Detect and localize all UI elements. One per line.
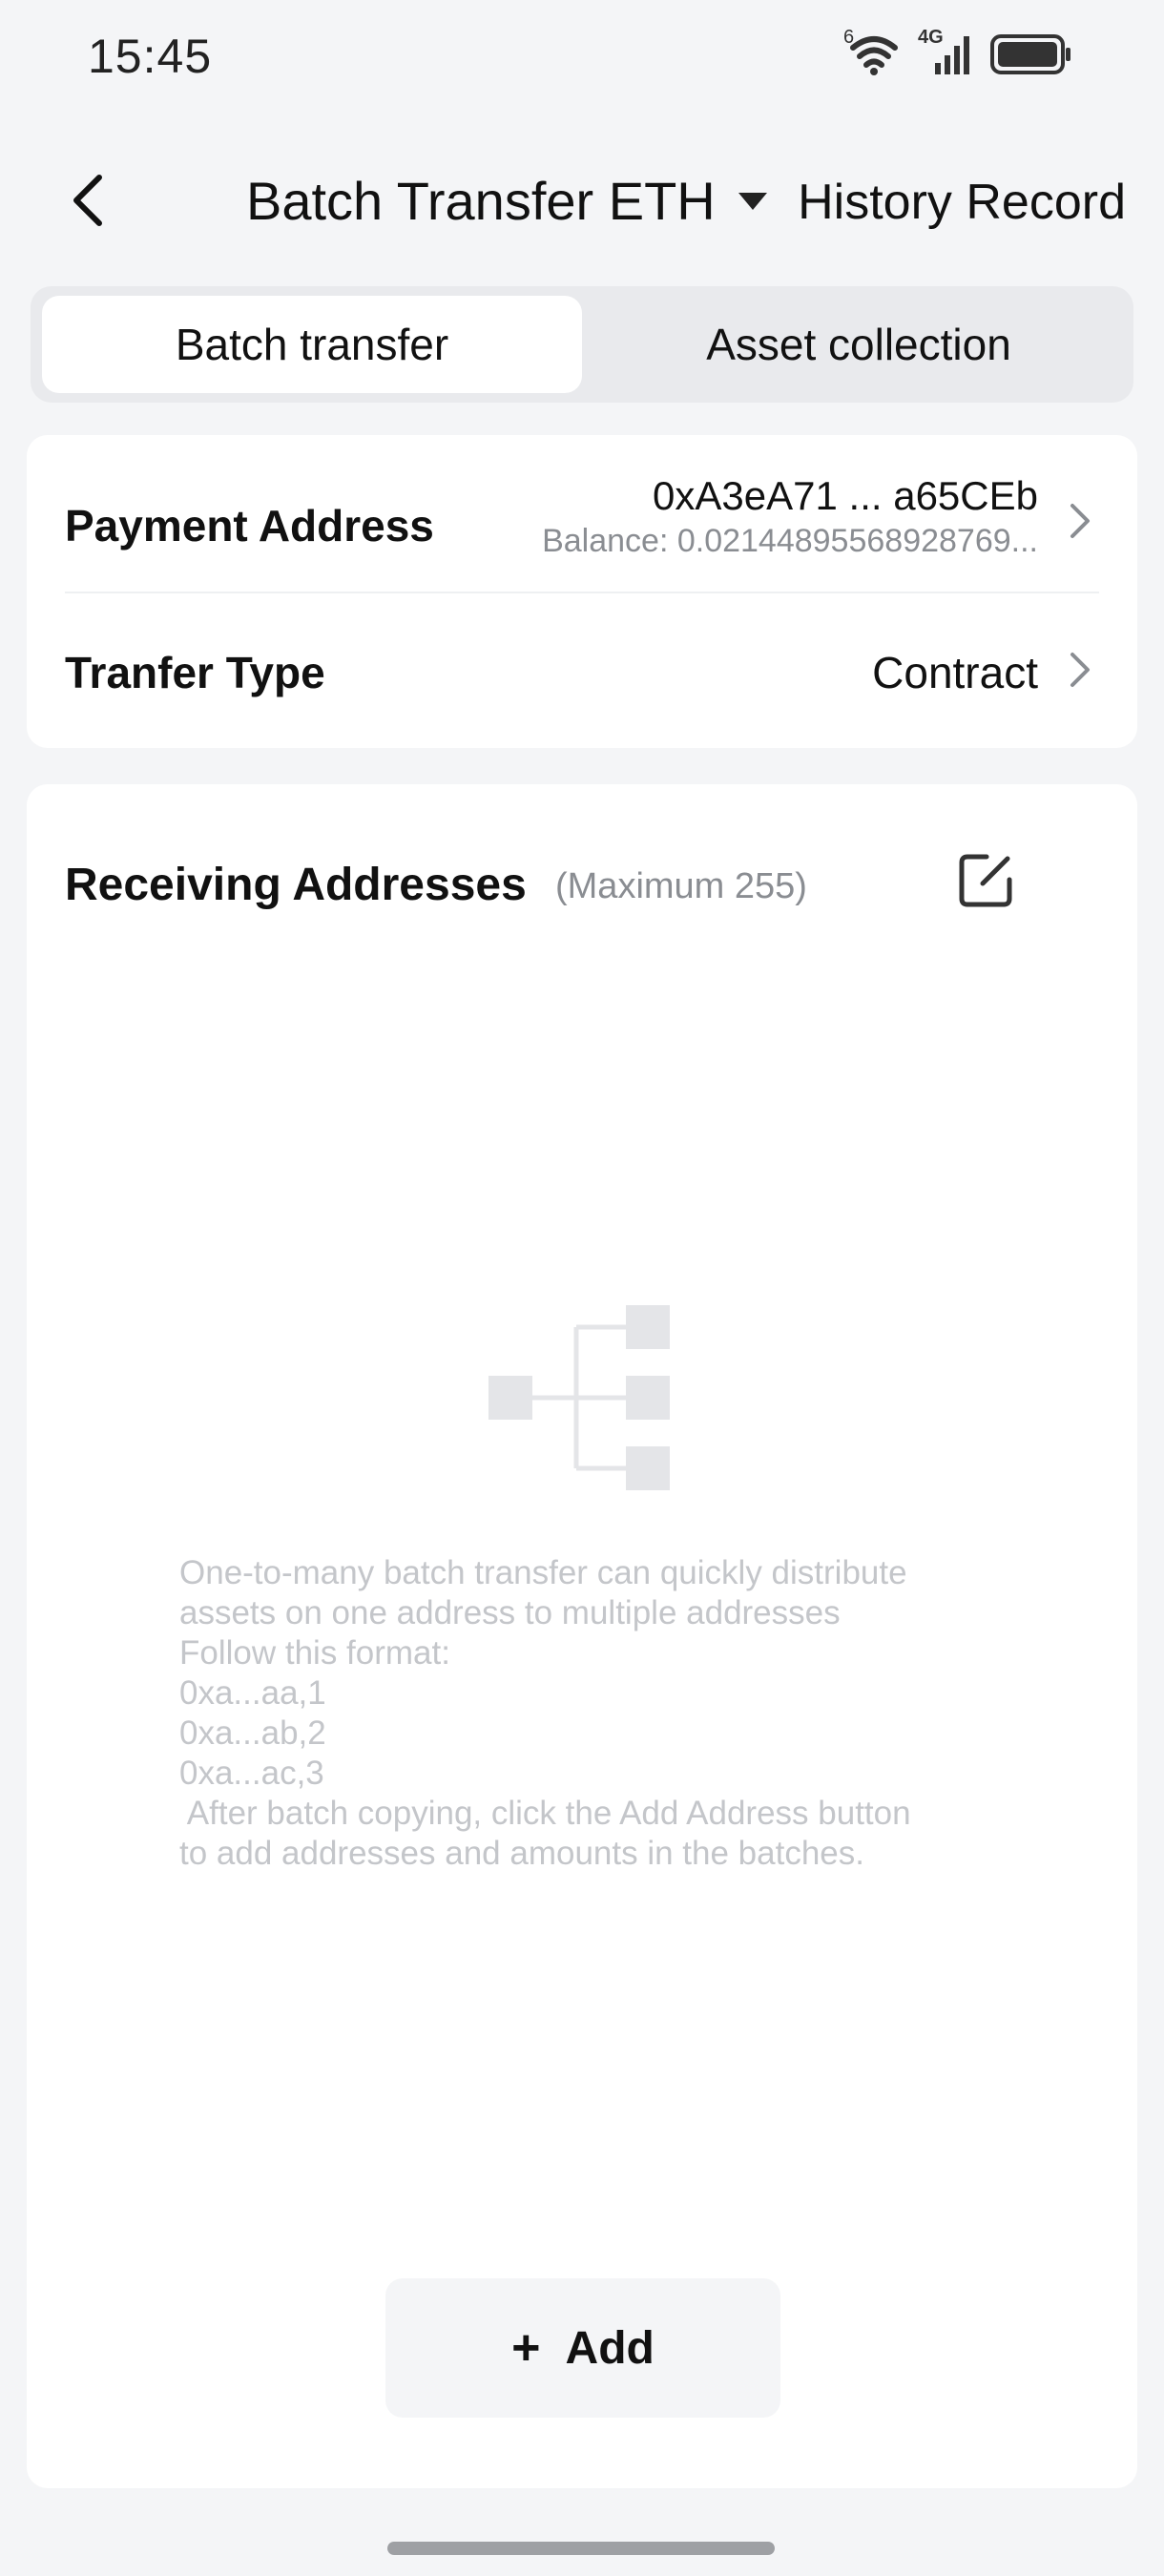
wifi-badge: 6 bbox=[843, 27, 855, 48]
home-indicator[interactable] bbox=[387, 2542, 775, 2555]
hint-line: After batch copying, click the Add Addre… bbox=[179, 1795, 911, 1832]
divider bbox=[65, 592, 1099, 593]
payment-address-label: Payment Address bbox=[65, 501, 434, 551]
transfer-type-label: Tranfer Type bbox=[65, 648, 325, 697]
transfer-type-value: Contract bbox=[872, 648, 1038, 697]
payment-address-value: 0xA3eA71 ... a65CEb Balance: 0.021448955… bbox=[542, 473, 1038, 560]
chevron-right-icon bbox=[1061, 502, 1099, 540]
receiving-addresses-title: Receiving Addresses bbox=[65, 860, 527, 910]
add-address-button[interactable]: + Add bbox=[385, 2278, 780, 2418]
chevron-right-icon bbox=[1061, 651, 1099, 689]
signal-icon: 4G bbox=[918, 27, 973, 76]
balance-text: Balance: 0.02144895568928769... bbox=[542, 523, 1038, 559]
hint-line: 0xa...ac,3 bbox=[179, 1755, 324, 1792]
hint-line: 0xa...aa,1 bbox=[179, 1674, 326, 1712]
tab-bar: Batch transfer Asset collection bbox=[31, 286, 1133, 403]
receiving-addresses-card: Receiving Addresses (Maximum 255) One-to… bbox=[27, 784, 1137, 2488]
tab-batch-transfer[interactable]: Batch transfer bbox=[42, 296, 582, 393]
token-selector[interactable]: Batch Transfer ETH bbox=[246, 170, 769, 232]
hint-line: One-to-many batch transfer can quickly d… bbox=[179, 1554, 907, 1591]
hint-line: assets on one address to multiple addres… bbox=[179, 1594, 841, 1631]
battery-icon bbox=[990, 34, 1072, 74]
edit-button[interactable] bbox=[954, 849, 1017, 912]
chevron-left-icon bbox=[73, 175, 102, 226]
transfer-type-row[interactable]: Tranfer Type Contract bbox=[65, 626, 1099, 721]
add-button-label: Add bbox=[565, 2322, 655, 2374]
caret-down-icon bbox=[738, 192, 767, 210]
tab-asset-collection[interactable]: Asset collection bbox=[593, 296, 1124, 393]
back-button[interactable] bbox=[59, 172, 116, 229]
hint-line: Follow this format: bbox=[179, 1634, 450, 1672]
payment-address-text: 0xA3eA71 ... a65CEb bbox=[653, 473, 1038, 518]
wifi-icon: 6 bbox=[843, 27, 901, 76]
payment-address-row[interactable]: Payment Address 0xA3eA71 ... a65CEb Bala… bbox=[65, 473, 1099, 569]
hint-line: to add addresses and amounts in the batc… bbox=[179, 1835, 864, 1872]
hint-text: One-to-many batch transfer can quickly d… bbox=[179, 1553, 1000, 1874]
hint-line: 0xa...ab,2 bbox=[179, 1714, 326, 1752]
status-time: 15:45 bbox=[88, 30, 213, 83]
status-icons: 6 4G bbox=[843, 27, 1072, 76]
page-title: Batch Transfer ETH bbox=[246, 171, 716, 231]
status-bar: 15:45 6 4G bbox=[0, 0, 1164, 114]
header: Batch Transfer ETH History Record bbox=[0, 143, 1164, 258]
payment-card: Payment Address 0xA3eA71 ... a65CEb Bala… bbox=[27, 435, 1137, 748]
tree-structure-icon bbox=[488, 1305, 698, 1496]
maximum-note: (Maximum 255) bbox=[555, 866, 807, 906]
plus-icon: + bbox=[511, 2320, 541, 2376]
history-record-link[interactable]: History Record bbox=[798, 174, 1126, 231]
edit-icon bbox=[959, 854, 1012, 907]
